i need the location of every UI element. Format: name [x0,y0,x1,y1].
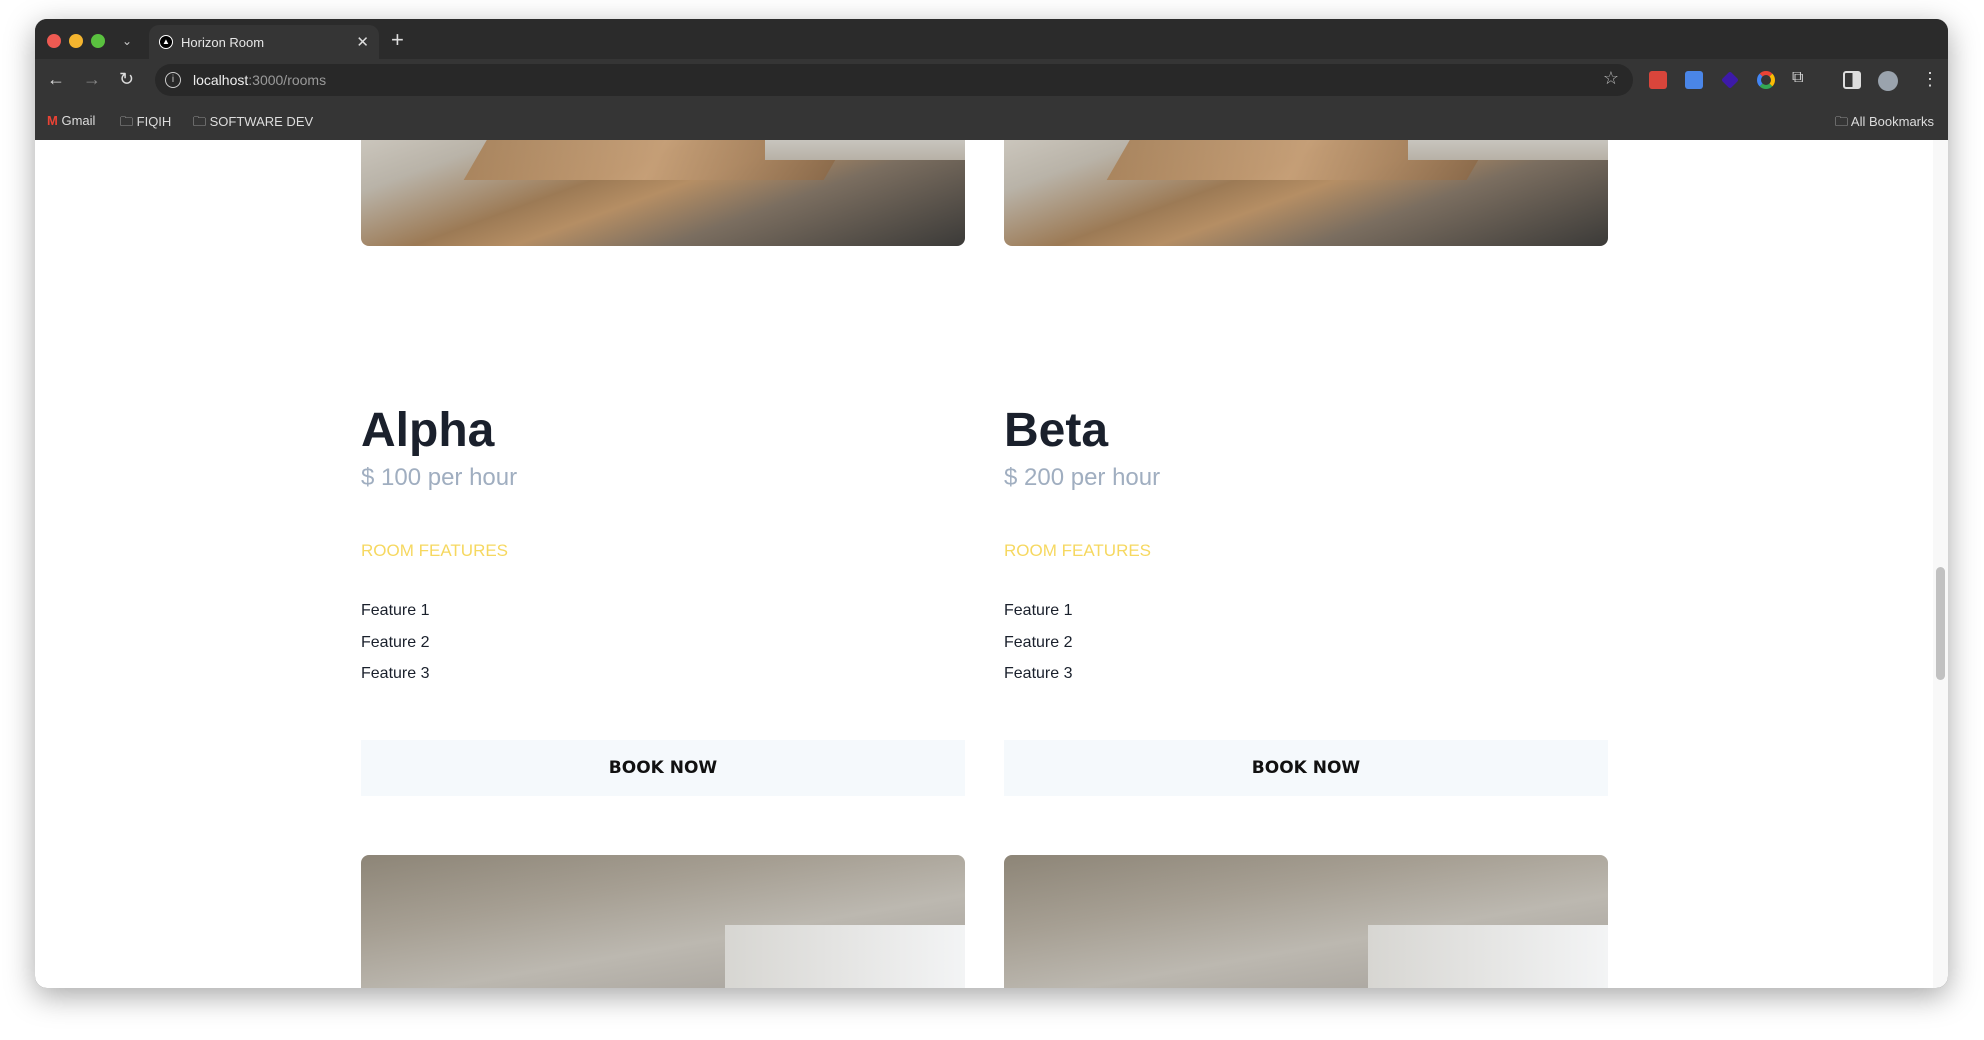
room-image [1004,855,1608,988]
extension-google-translate-icon[interactable] [1685,71,1703,89]
feature-item: Feature 1 [361,602,430,619]
room-price: $ 100 per hour [361,464,518,491]
vertical-scrollbar[interactable] [1933,140,1948,988]
all-bookmarks-button[interactable]: 🗀 All Bookmarks [1835,113,1934,135]
toolbar: ← → ↻ i localhost:3000/rooms ☆ ⧉ ⋮ [35,59,1948,101]
folder-icon: 🗀 [193,114,207,129]
bookmarks-bar: M Gmail 🗀 FIQIH 🗀 SOFTWARE DEV 🗀 All Boo… [35,101,1948,140]
forward-icon[interactable]: → [83,69,101,90]
features-heading: ROOM FEATURES [1004,541,1152,560]
folder-icon: 🗀 [120,114,134,129]
bookmark-star-icon[interactable]: ☆ [1603,68,1619,89]
close-window-button[interactable] [47,34,61,48]
bookmark-folder-software-dev[interactable]: 🗀 SOFTWARE DEV [193,113,313,135]
feature-item: Feature 3 [1004,665,1073,682]
features-heading: ROOM FEATURES [361,541,509,560]
minimize-window-button[interactable] [69,34,83,48]
bookmark-folder-fiqih[interactable]: 🗀 FIQIH [120,113,171,135]
back-icon[interactable]: ← [47,69,65,90]
room-price: $ 200 per hour [1004,464,1161,491]
site-info-icon[interactable]: i [165,72,181,88]
url-host: localhost [193,72,249,88]
extension-layers-icon[interactable] [1721,71,1739,89]
menu-kebab-icon[interactable]: ⋮ [1921,69,1939,90]
browser-window: ⌄ ▲ Horizon Room ✕ + ← → ↻ i localhost:3… [35,19,1948,988]
room-image [361,140,965,246]
maximize-window-button[interactable] [91,34,105,48]
tab-title: Horizon Room [181,35,265,50]
gmail-icon: M [47,113,58,128]
room-image [1004,140,1608,246]
extension-color-ring-icon[interactable] [1757,71,1775,89]
feature-item: Feature 2 [1004,634,1073,651]
book-now-button[interactable]: BOOK NOW [361,740,965,796]
folder-icon: 🗀 [1835,114,1849,129]
feature-item: Feature 2 [361,634,430,651]
profile-avatar[interactable] [1878,71,1898,91]
scrollbar-thumb[interactable] [1936,567,1945,680]
room-name: Alpha [361,404,495,457]
address-bar[interactable]: i localhost:3000/rooms ☆ [155,64,1633,96]
close-tab-icon[interactable]: ✕ [356,33,369,51]
feature-item: Feature 1 [1004,602,1073,619]
tab-horizon-room[interactable]: ▲ Horizon Room ✕ [149,25,379,59]
favicon-icon: ▲ [159,35,173,49]
tab-search-chevron-icon[interactable]: ⌄ [115,29,139,53]
room-name: Beta [1004,404,1109,457]
book-now-button[interactable]: BOOK NOW [1004,740,1608,796]
reload-icon[interactable]: ↻ [119,69,134,90]
bookmark-gmail[interactable]: M Gmail [47,113,95,128]
tab-bar: ⌄ ▲ Horizon Room ✕ + [35,19,1948,59]
feature-item: Feature 3 [361,665,430,682]
extension-react-devtools-icon[interactable] [1649,71,1667,89]
new-tab-button[interactable]: + [391,27,404,53]
side-panel-icon[interactable] [1843,71,1861,89]
page-content: Alpha $ 100 per hour ROOM FEATURES Featu… [35,140,1933,988]
url-path: :3000/rooms [248,72,327,88]
extensions-puzzle-icon[interactable]: ⧉ [1792,69,1803,87]
room-image [361,855,965,988]
